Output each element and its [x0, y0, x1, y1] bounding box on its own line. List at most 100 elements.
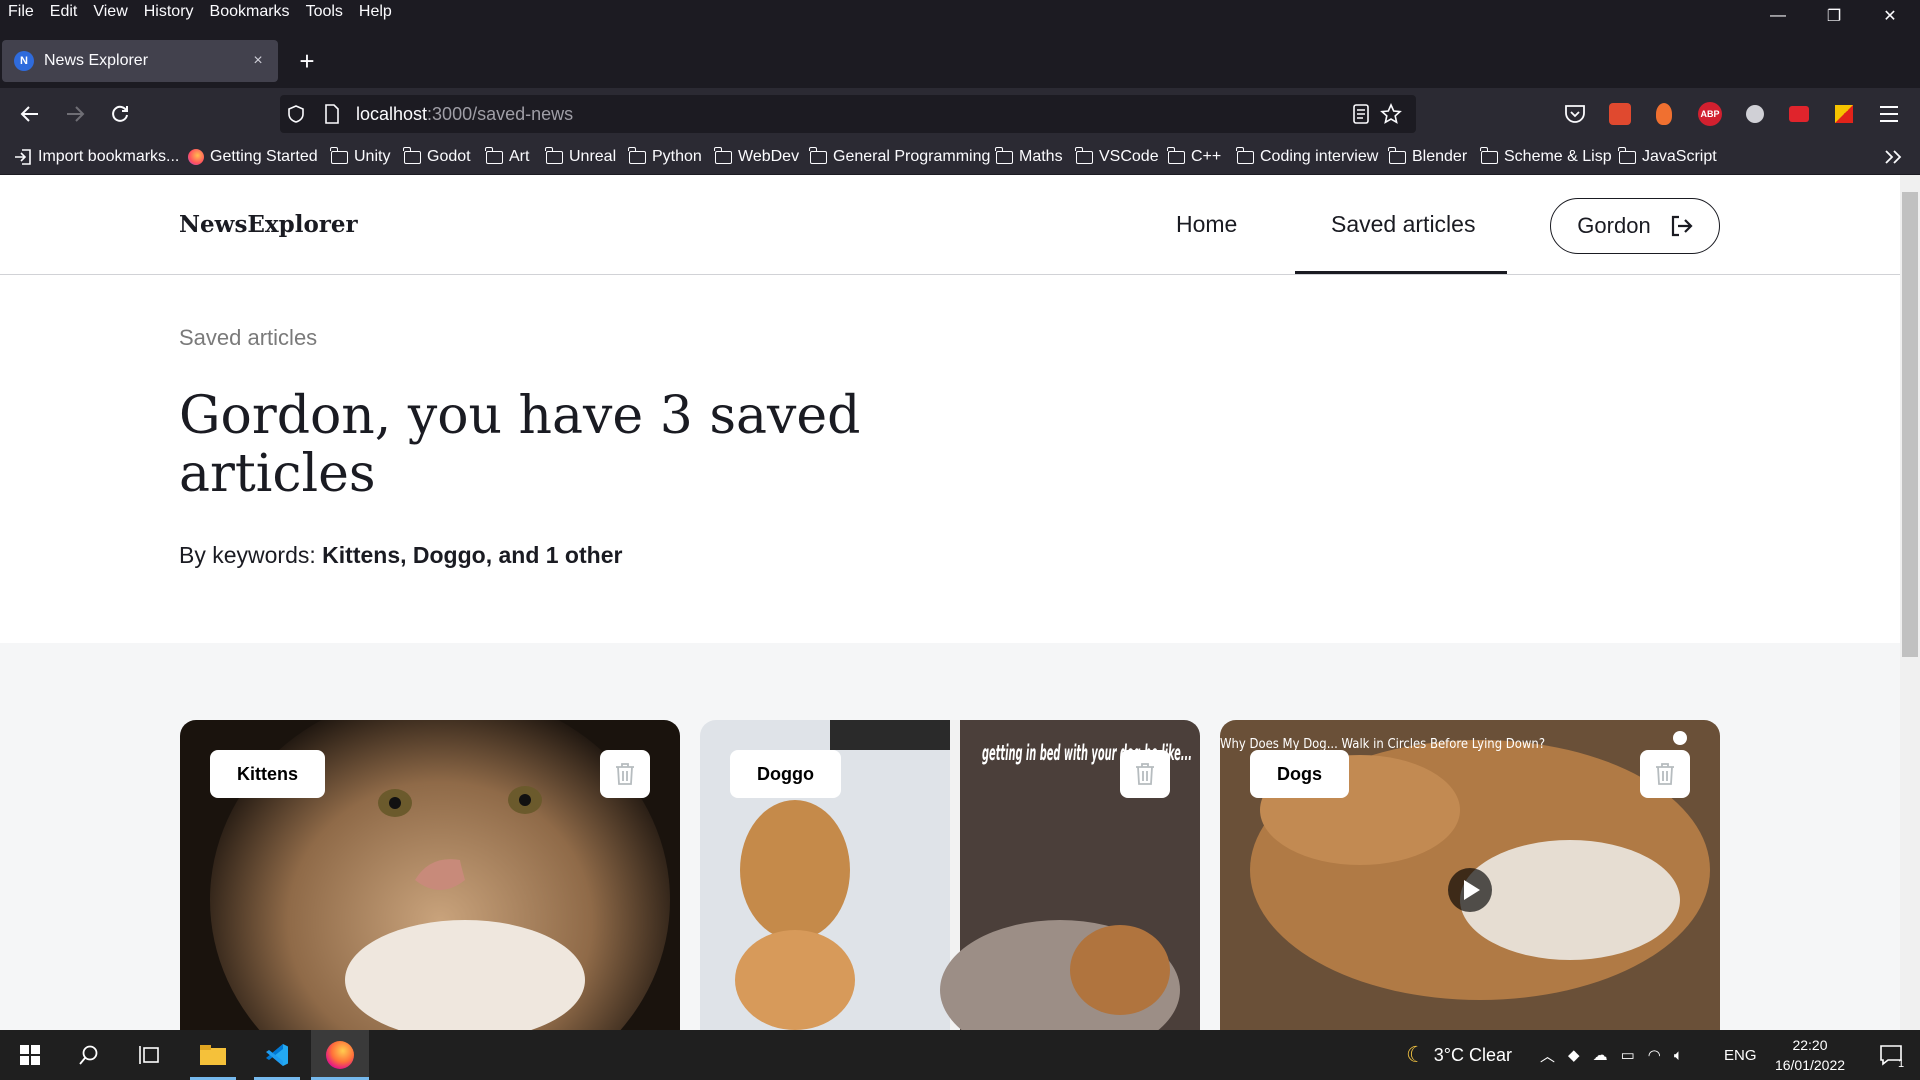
system-tray-icons[interactable]: ︿ ◆ ☁ ▭ ◠ 🔈︎ [1540, 1030, 1683, 1080]
menu-bookmarks[interactable]: Bookmarks [202, 0, 298, 24]
wifi-icon[interactable]: ◠ [1648, 1046, 1661, 1064]
article-card[interactable]: getting in bed with your dog be like... … [700, 720, 1200, 1040]
article-card[interactable]: Kittens [180, 720, 680, 1040]
trash-icon [616, 763, 634, 785]
tab-news-explorer[interactable]: N News Explorer × [2, 40, 278, 82]
file-explorer-taskbar-button[interactable] [188, 1030, 238, 1080]
url-host: localhost [356, 104, 428, 124]
battery-icon[interactable]: ▭ [1621, 1046, 1635, 1064]
menu-help[interactable]: Help [351, 0, 400, 24]
article-card[interactable]: Why Does My Dog... Walk in Circles Befor… [1220, 720, 1720, 1040]
notification-count: 1 [1898, 1058, 1905, 1070]
start-button[interactable] [0, 1030, 60, 1080]
bookmark-folder-general-programming[interactable]: General Programming [809, 140, 990, 174]
input-language[interactable]: ENG [1724, 1030, 1757, 1080]
task-view-button[interactable] [124, 1030, 174, 1080]
extension-color-icon[interactable] [1830, 100, 1858, 128]
user-logout-button[interactable]: Gordon [1550, 198, 1720, 254]
bookmark-folder-maths[interactable]: Maths [995, 140, 1063, 174]
extension-youtube-icon[interactable] [1785, 100, 1813, 128]
bookmark-star-icon[interactable] [1380, 103, 1402, 125]
bookmark-folder-cpp[interactable]: C++ [1167, 140, 1221, 174]
clock[interactable]: 22:20 16/01/2022 [1766, 1030, 1854, 1080]
bookmark-label: VSCode [1099, 148, 1159, 165]
extension-gray-icon[interactable] [1741, 100, 1769, 128]
search-button[interactable] [64, 1030, 114, 1080]
url-text[interactable]: localhost:3000/saved-news [356, 104, 573, 125]
menu-history[interactable]: History [136, 0, 202, 24]
bookmark-folder-unreal[interactable]: Unreal [545, 140, 616, 174]
keywords-prefix: By keywords: [179, 542, 323, 568]
tab-close-icon[interactable]: × [246, 52, 270, 70]
folder-icon [330, 146, 348, 164]
bookmark-label: JavaScript [1642, 148, 1717, 165]
folder-icon [1167, 146, 1185, 164]
bookmark-folder-unity[interactable]: Unity [330, 140, 391, 174]
firefox-taskbar-button[interactable] [311, 1030, 369, 1080]
dropbox-icon[interactable]: ◆ [1568, 1046, 1580, 1064]
favicon-icon: N [14, 51, 34, 71]
forward-button[interactable] [59, 98, 91, 130]
onedrive-cloud-icon[interactable]: ☁ [1593, 1046, 1608, 1064]
menu-view[interactable]: View [85, 0, 135, 24]
delete-article-button[interactable] [600, 750, 650, 798]
bookmark-folder-blender[interactable]: Blender [1388, 140, 1467, 174]
vscode-taskbar-button[interactable] [252, 1030, 302, 1080]
tab-title: News Explorer [44, 52, 149, 69]
keywords-line: By keywords: Kittens, Doggo, and 1 other [179, 542, 622, 569]
firefox-icon [326, 1041, 354, 1069]
new-tab-button[interactable]: + [292, 45, 322, 77]
volume-icon[interactable]: 🔈︎ [1674, 1047, 1683, 1064]
user-name: Gordon [1577, 213, 1651, 238]
nav-home-link[interactable]: Home [1176, 211, 1237, 238]
bookmark-folder-godot[interactable]: Godot [403, 140, 471, 174]
bookmark-folder-python[interactable]: Python [628, 140, 702, 174]
delete-article-button[interactable] [1120, 750, 1170, 798]
reader-view-icon[interactable] [1352, 104, 1370, 124]
bookmark-folder-coding-interview[interactable]: Coding interview [1236, 140, 1378, 174]
menu-tools[interactable]: Tools [298, 0, 351, 24]
bookmark-getting-started[interactable]: Getting Started [188, 140, 318, 174]
logout-icon [1671, 215, 1693, 237]
keywords-value: Kittens, Doggo, and 1 other [322, 542, 623, 568]
forward-arrow-icon [67, 106, 85, 122]
weather-widget[interactable]: ☾ 3°C Clear [1406, 1030, 1512, 1080]
vscode-icon [266, 1044, 288, 1066]
page-title: Gordon, you have 3 saved articles [179, 386, 861, 504]
bookmark-folder-webdev[interactable]: WebDev [714, 140, 800, 174]
app-menu-icon[interactable] [1875, 100, 1903, 128]
bookmark-folder-scheme-lisp[interactable]: Scheme & Lisp [1480, 140, 1612, 174]
adblock-plus-icon[interactable]: ABP [1696, 100, 1724, 128]
extension-red-icon[interactable] [1606, 100, 1634, 128]
delete-article-button[interactable] [1640, 750, 1690, 798]
pocket-icon[interactable] [1561, 100, 1589, 128]
card-keyword-tag: Doggo [730, 750, 841, 798]
back-button[interactable] [14, 98, 46, 130]
bookmark-import[interactable]: Import bookmarks... [14, 140, 179, 174]
bookmark-label: Art [509, 148, 530, 165]
shield-icon[interactable] [286, 104, 306, 124]
notifications-button[interactable]: 1 [1866, 1030, 1916, 1080]
bookmark-label: Scheme & Lisp [1504, 148, 1612, 165]
bookmark-label: WebDev [738, 148, 800, 165]
site-logo[interactable]: NewsExplorer [179, 211, 358, 238]
folder-icon [995, 146, 1013, 164]
scrollbar-thumb[interactable] [1902, 192, 1918, 657]
bookmark-folder-vscode[interactable]: VSCode [1075, 140, 1159, 174]
bookmark-label: Python [652, 148, 702, 165]
menu-bar: File Edit View History Bookmarks Tools H… [0, 0, 1920, 24]
menu-file[interactable]: File [0, 0, 42, 24]
url-bar[interactable]: localhost:3000/saved-news [280, 95, 1416, 133]
bookmark-folder-javascript[interactable]: JavaScript [1618, 140, 1717, 174]
card-keyword-tag: Kittens [210, 750, 326, 798]
bookmark-folder-art[interactable]: Art [485, 140, 530, 174]
menu-edit[interactable]: Edit [42, 0, 86, 24]
nav-saved-articles-link[interactable]: Saved articles [1331, 211, 1475, 238]
bookmark-label: Unity [354, 148, 391, 165]
task-view-icon [139, 1046, 159, 1064]
extension-flame-icon[interactable] [1650, 100, 1678, 128]
bookmarks-overflow-icon[interactable] [1884, 140, 1902, 174]
reload-button[interactable] [104, 98, 136, 130]
watch-later-icon [1673, 731, 1687, 745]
show-hidden-icons-icon[interactable]: ︿ [1540, 1045, 1555, 1066]
